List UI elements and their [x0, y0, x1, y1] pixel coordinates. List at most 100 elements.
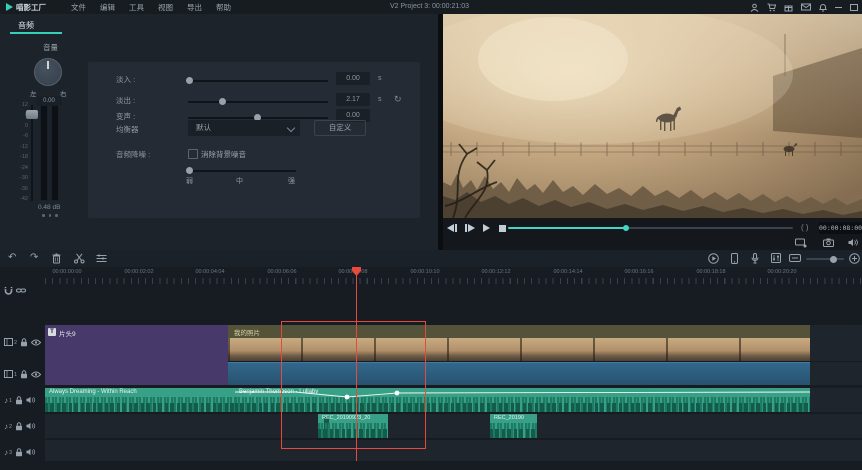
meter-pager-dots[interactable] [42, 214, 58, 217]
menu-view[interactable]: 视图 [158, 2, 173, 13]
volume-fader-thumb[interactable] [26, 110, 38, 119]
track-header-audio-2[interactable]: ♪ 2 [0, 420, 45, 434]
denoise-checkbox[interactable] [188, 149, 198, 159]
knob-pointer [47, 61, 49, 69]
tab-audio[interactable]: 音频 [18, 20, 34, 31]
tracks-area[interactable]: T 片头9 我的照片 Always Dreaming - Within Reac… [45, 284, 862, 470]
mail-icon[interactable] [801, 3, 811, 11]
menu-file[interactable]: 文件 [71, 2, 86, 13]
magnet-icon[interactable] [4, 286, 13, 297]
lock-icon[interactable] [15, 448, 23, 459]
menu-tools[interactable]: 工具 [129, 2, 144, 13]
equalizer-customize-button[interactable]: 自定义 [314, 120, 366, 136]
ruler-label: 00:00:16:16 [624, 269, 653, 275]
link-icon[interactable] [16, 286, 26, 297]
timeline-section: ↶ ↷ [0, 250, 862, 470]
track-row-audio-3 [45, 440, 862, 461]
equalizer-preset-dropdown[interactable]: 默认 [188, 120, 300, 136]
preview-volume-icon[interactable] [848, 238, 859, 249]
track-header-video-2[interactable]: 2 [0, 336, 45, 350]
bell-icon[interactable] [819, 3, 827, 12]
preview-tools [443, 238, 862, 250]
audio-mixer-icon[interactable] [771, 253, 781, 263]
seek-handle[interactable] [623, 225, 629, 231]
lock-icon[interactable] [15, 396, 23, 407]
playhead-line[interactable] [356, 267, 357, 461]
phone-mirror-icon[interactable] [731, 253, 738, 264]
fade-in-slider-thumb[interactable] [186, 77, 193, 84]
window-maximize-button[interactable] [850, 4, 858, 11]
next-frame-button[interactable] [465, 224, 475, 232]
menu-help[interactable]: 帮助 [216, 2, 231, 13]
lock-icon[interactable] [20, 370, 28, 381]
mirror-screen-icon[interactable] [795, 238, 807, 250]
track-header-audio-3[interactable]: ♪ 3 [0, 446, 45, 460]
render-preview-icon[interactable] [708, 253, 719, 264]
denoise-checkbox-label: 消除背景噪音 [201, 149, 246, 160]
fade-out-slider-thumb[interactable] [219, 98, 226, 105]
speaker-icon[interactable] [26, 448, 36, 458]
track-manager-icon[interactable] [96, 254, 107, 263]
gift-icon[interactable] [784, 3, 793, 12]
denoise-level-weak: 弱 [186, 176, 193, 186]
user-icon[interactable] [750, 3, 759, 12]
ruler-label: 00:00:10:10 [410, 269, 439, 275]
level-meter-right [51, 105, 59, 201]
title-badge-icon: T [48, 328, 56, 336]
play-button[interactable] [483, 224, 490, 232]
record-voiceover-icon[interactable] [751, 253, 759, 264]
stop-button[interactable] [499, 225, 506, 232]
equalizer-label: 均衡器 [116, 124, 139, 135]
track-header-audio-1[interactable]: ♪ 1 [0, 394, 45, 408]
speaker-icon[interactable] [26, 422, 36, 432]
fade-in-value[interactable]: 0.00 [336, 72, 370, 85]
timeline-zoom-thumb[interactable] [830, 256, 837, 263]
fade-out-reset-icon[interactable]: ↻ [394, 95, 402, 104]
denoise-strength-slider[interactable] [188, 170, 296, 172]
fade-out-label: 淡出 : [116, 95, 135, 106]
mark-in-out-icon[interactable]: ( ) [801, 223, 809, 232]
snapshot-camera-icon[interactable] [823, 238, 834, 249]
denoise-strength-thumb[interactable] [186, 167, 193, 174]
waveform [490, 429, 537, 438]
denoise-level-strong: 强 [288, 176, 295, 186]
clip-audio-rec-2[interactable]: REC_20190 [490, 414, 537, 438]
fade-out-value[interactable]: 2.17 [336, 93, 370, 106]
undo-icon[interactable]: ↶ [8, 252, 16, 264]
scissors-icon[interactable] [74, 253, 85, 264]
window-minimize-button[interactable] [835, 7, 842, 8]
zoom-fit-icon[interactable] [849, 253, 860, 264]
video-preview[interactable] [443, 14, 862, 218]
menu-edit[interactable]: 编辑 [100, 2, 115, 13]
cart-icon[interactable] [767, 3, 776, 12]
fade-in-slider[interactable] [188, 80, 328, 82]
video-editor-app: 喵影工厂 文件 编辑 工具 视图 导出 帮助 V2 Project 3: 00:… [0, 0, 862, 470]
trash-icon[interactable] [52, 253, 61, 264]
timeline-ruler[interactable]: 00:00:00:00 00:00:02:02 00:00:04:04 00:0… [0, 267, 862, 285]
ruler-label: 00:00:18:18 [696, 269, 725, 275]
pitch-slider[interactable] [188, 117, 328, 119]
redo-icon[interactable]: ↷ [30, 252, 38, 264]
prev-frame-button[interactable] [447, 224, 457, 232]
menu-export[interactable]: 导出 [187, 2, 202, 13]
speaker-icon[interactable] [26, 396, 36, 406]
volume-balance-knob[interactable] [34, 58, 62, 86]
eye-icon[interactable] [31, 371, 41, 380]
titlebar: 喵影工厂 文件 编辑 工具 视图 导出 帮助 V2 Project 3: 00:… [0, 0, 862, 15]
fade-out-slider[interactable] [188, 101, 328, 103]
eye-icon[interactable] [31, 339, 41, 348]
track-header-video-1[interactable]: 1 [0, 368, 45, 382]
video-track-icon [4, 370, 13, 380]
timeline-zoom-slider[interactable] [806, 258, 844, 260]
fade-in-unit: s [378, 75, 382, 82]
lock-icon[interactable] [15, 422, 23, 433]
preview-seek-bar[interactable] [508, 227, 793, 229]
pitch-label: 变声 : [116, 111, 135, 122]
waveform [45, 403, 235, 412]
clip-title[interactable]: T 片头9 [45, 325, 228, 385]
lock-icon[interactable] [20, 338, 28, 349]
clip-audio-within-reach[interactable]: Always Dreaming - Within Reach [45, 388, 235, 412]
volume-fader-track[interactable] [31, 105, 33, 201]
preview-frame-image [443, 14, 862, 218]
marker-icon[interactable] [789, 254, 801, 262]
